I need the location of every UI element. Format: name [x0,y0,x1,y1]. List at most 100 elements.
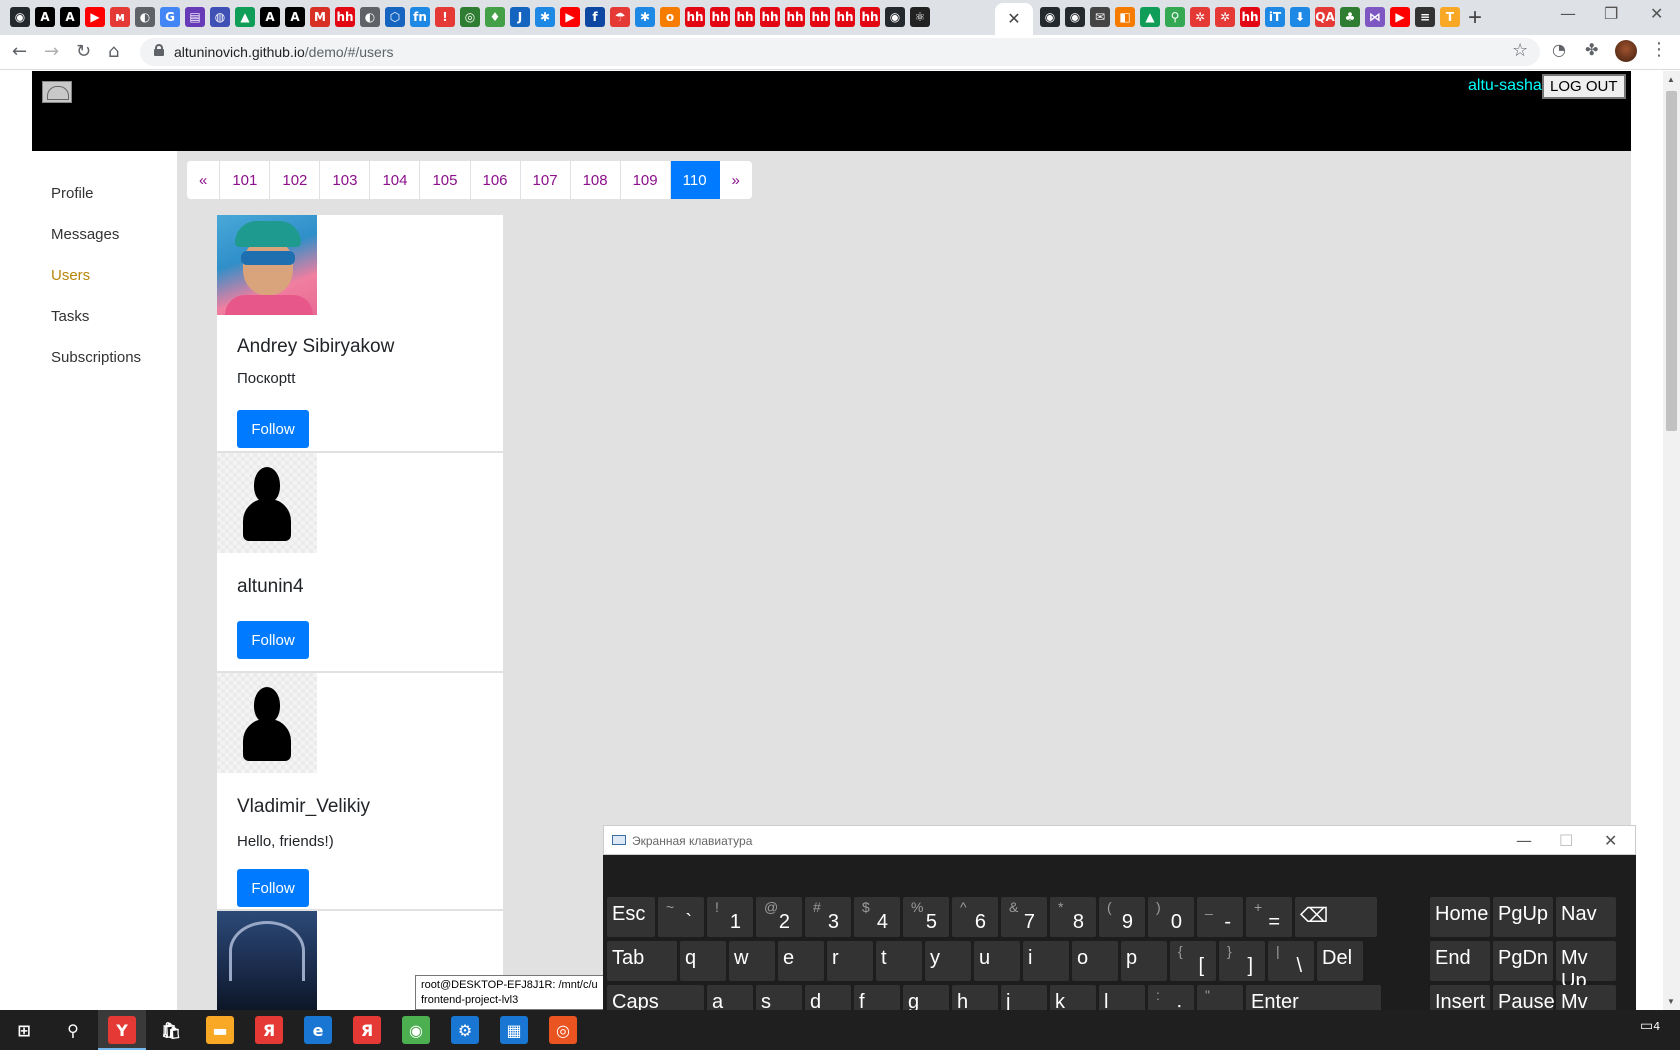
extension-icon[interactable]: ◔ [1552,40,1566,59]
taskbar-yandex-2-icon[interactable]: Я [353,1016,381,1044]
tab-favicon-icon[interactable]: ✉ [1090,7,1110,27]
sidebar-item-messages[interactable]: Messages [51,226,119,243]
scrollbar-thumb[interactable] [1666,91,1677,431]
tab-favicon-icon[interactable]: fn [410,7,430,27]
tab-favicon-icon[interactable]: м [110,7,130,27]
tab-favicon-icon[interactable]: ⋈ [1365,7,1385,27]
tab-favicon-icon[interactable]: ✱ [635,7,655,27]
tab-favicon-icon[interactable]: ▶ [1390,7,1410,27]
forward-arrow-icon[interactable]: → [44,41,59,62]
tab-favicon-icon[interactable]: ⬡ [385,7,405,27]
taskbar-app-settings-icon[interactable]: ⚙ [451,1016,479,1044]
tab-favicon-icon[interactable]: ☂ [610,7,630,27]
osk-key[interactable]: PgUp [1493,897,1553,937]
pagination-next[interactable]: » [719,161,752,199]
osk-key[interactable]: @2 [756,897,802,937]
tab-favicon-icon[interactable]: ◐ [360,7,380,27]
tab-favicon-icon[interactable]: ◉ [885,7,905,27]
osk-key[interactable]: i [1023,941,1069,981]
tab-favicon-icon[interactable]: ♦ [485,7,505,27]
tab-favicon-icon[interactable]: hh [810,7,830,27]
tab-favicon-icon[interactable]: hh [735,7,755,27]
sidebar-item-subscriptions[interactable]: Subscriptions [51,349,141,366]
scroll-down-arrow-icon[interactable]: ▼ [1667,997,1675,1006]
tab-favicon-icon[interactable]: hh [785,7,805,27]
osk-key[interactable]: p [1121,941,1167,981]
taskbar-edge-icon[interactable]: e [304,1016,332,1044]
tab-favicon-icon[interactable]: G [160,7,180,27]
page-link-102[interactable]: 102 [270,161,321,199]
tab-favicon-icon[interactable]: ▤ [185,7,205,27]
taskbar-file-explorer-icon[interactable]: ▬ [206,1016,234,1044]
osk-key[interactable]: % 5 [903,897,949,937]
taskbar-search-icon[interactable]: ⚲ [59,1016,87,1044]
tab-favicon-icon[interactable]: ◉ [1065,7,1085,27]
osk-key[interactable]: }] [1219,941,1265,981]
tab-favicon-icon[interactable]: f [585,7,605,27]
page-link-108[interactable]: 108 [570,161,621,199]
osk-key[interactable]: _ - [1197,897,1243,937]
osk-close-icon[interactable]: ✕ [1604,831,1617,850]
tab-favicon-icon[interactable]: M [310,7,330,27]
active-tab[interactable]: ✕ [995,3,1033,35]
osk-key[interactable]: Mv Up [1556,941,1616,992]
osk-key[interactable]: {[ [1170,941,1216,981]
browser-menu-icon[interactable]: ⋮ [1650,39,1668,60]
new-tab-button[interactable]: + [1468,4,1482,32]
tab-favicon-icon[interactable]: ▲ [1140,7,1160,27]
tab-favicon-icon[interactable]: о [660,7,680,27]
osk-key[interactable]: ) 0 [1148,897,1194,937]
tab-favicon-icon[interactable]: ⬇ [1290,7,1310,27]
puzzle-extensions-icon[interactable]: ✤ [1585,40,1598,59]
osk-key[interactable]: * 8 [1050,897,1096,937]
osk-key[interactable]: #3 [805,897,851,937]
taskbar-ubuntu-icon[interactable]: ◎ [549,1016,577,1044]
tab-favicon-icon[interactable]: ◍ [210,7,230,27]
osk-key[interactable]: q [680,941,726,981]
taskbar-yandex-browser-icon[interactable]: Y [108,1016,136,1044]
sidebar-item-profile[interactable]: Profile [51,185,94,202]
tab-favicon-icon[interactable]: hh [335,7,355,27]
osk-key[interactable]: ^ 6 [952,897,998,937]
user-avatar-photo[interactable] [217,911,317,1010]
osk-key[interactable]: Tab [607,941,677,981]
follow-button[interactable]: Follow [237,410,309,448]
tab-favicon-icon[interactable]: iT [1265,7,1285,27]
user-avatar-photo[interactable] [217,215,317,315]
tab-favicon-icon[interactable]: hh [860,7,880,27]
osk-key[interactable]: e [778,941,824,981]
page-link-107[interactable]: 107 [520,161,571,199]
tab-favicon-icon[interactable]: hh [685,7,705,27]
osk-key[interactable]: ! 1 [707,897,753,937]
osk-key[interactable]: $4 [854,897,900,937]
user-avatar-default[interactable] [217,673,317,773]
osk-key[interactable]: Nav [1556,897,1616,937]
tab-favicon-icon[interactable]: hh [710,7,730,27]
bookmark-star-icon[interactable]: ☆ [1512,40,1528,61]
taskbar-yandex-icon[interactable]: Я [255,1016,283,1044]
tab-favicon-icon[interactable]: ◉ [1040,7,1060,27]
logout-button[interactable]: LOG OUT [1542,74,1626,99]
back-arrow-icon[interactable]: ← [12,41,27,62]
tab-favicon-icon[interactable]: ◧ [1115,7,1135,27]
restore-icon[interactable]: ❐ [1604,4,1618,23]
pagination-prev[interactable]: « [187,161,221,199]
osk-key[interactable]: Del [1317,941,1363,981]
tab-favicon-icon[interactable]: ≡ [1415,7,1435,27]
osk-key[interactable]: (9 [1099,897,1145,937]
follow-button[interactable]: Follow [237,621,309,659]
page-link-106[interactable]: 106 [470,161,521,199]
tab-favicon-icon[interactable]: hh [1240,7,1260,27]
tab-favicon-icon[interactable]: ▶ [560,7,580,27]
osk-key[interactable]: t [876,941,922,981]
taskbar-screen-app-icon[interactable]: ▦ [500,1016,528,1044]
tab-favicon-icon[interactable]: ▶ [85,7,105,27]
page-link-109[interactable]: 109 [620,161,671,199]
osk-key[interactable]: Home [1430,897,1490,937]
tab-favicon-icon[interactable]: ◉ [10,7,30,27]
osk-key[interactable]: + = [1246,897,1292,937]
tab-favicon-icon[interactable]: ◐ [135,7,155,27]
tab-favicon-icon[interactable]: ▲ [235,7,255,27]
osk-key[interactable]: w [729,941,775,981]
taskbar-store-icon[interactable]: 🛍 [157,1016,185,1044]
